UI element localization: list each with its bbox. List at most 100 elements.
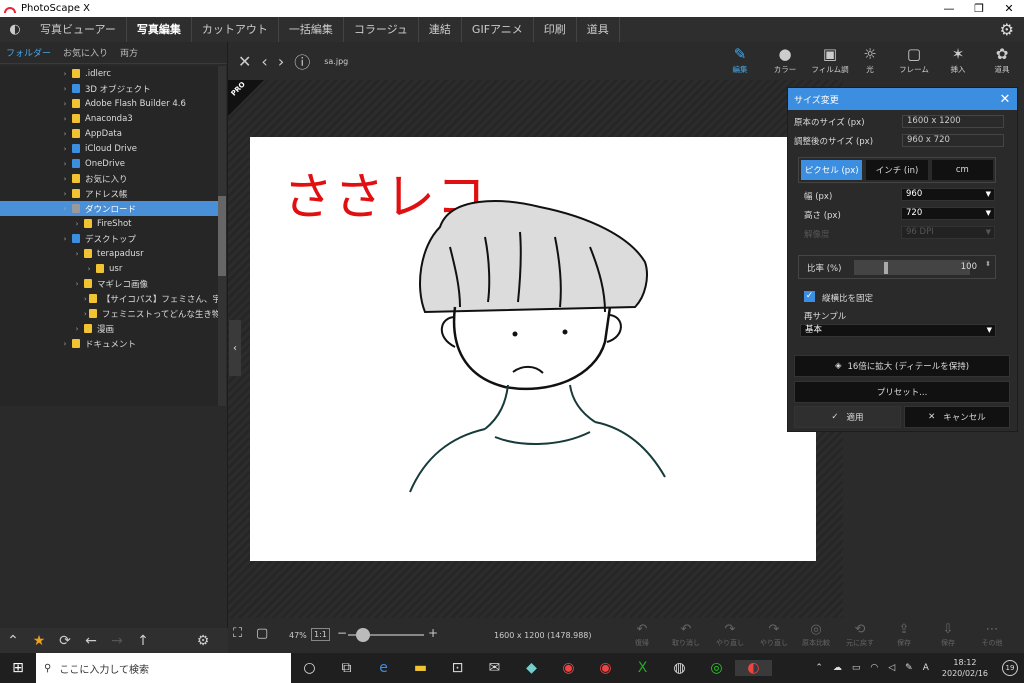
cloud-icon[interactable]: ☁: [833, 663, 842, 673]
chevron-right-icon[interactable]: ›: [60, 235, 70, 243]
prev-icon[interactable]: ‹: [261, 52, 267, 71]
chevron-right-icon[interactable]: ›: [60, 115, 70, 123]
photo-canvas[interactable]: ささレコ: [250, 137, 816, 561]
app-icon[interactable]: ◆: [513, 660, 550, 676]
chevron-right-icon[interactable]: ›: [60, 205, 70, 213]
zoom-out-icon[interactable]: −: [337, 626, 347, 640]
line-icon[interactable]: ◎: [698, 660, 735, 676]
zoom-in-icon[interactable]: +: [428, 626, 438, 640]
photos-icon[interactable]: ◍: [661, 660, 698, 676]
action-button[interactable]: ⟲ 元に戻す: [842, 622, 878, 648]
dialog-close-icon[interactable]: ✕: [993, 92, 1017, 107]
tab-viewer[interactable]: 写真ビューアー: [30, 17, 127, 42]
chevron-right-icon[interactable]: ›: [84, 310, 87, 318]
tab-folders[interactable]: フォルダー: [0, 46, 57, 59]
resample-select[interactable]: 基本 ▼: [800, 324, 996, 337]
tool-film[interactable]: ▣ フィルム調: [810, 44, 850, 75]
tool-tools[interactable]: ✿ 道具: [982, 44, 1022, 75]
task-view-icon[interactable]: ⧉: [328, 660, 365, 676]
preset-button[interactable]: プリセット...: [794, 381, 1010, 403]
excel-icon[interactable]: X: [624, 660, 661, 676]
tool-insert[interactable]: ✶ 挿入: [938, 44, 978, 75]
tree-item[interactable]: › お気に入り: [0, 171, 218, 186]
chevron-up-icon[interactable]: ⌃: [815, 663, 823, 673]
chrome-icon-2[interactable]: ◉: [587, 660, 624, 676]
pen-icon[interactable]: ✎: [905, 663, 913, 673]
chevron-right-icon[interactable]: ›: [60, 190, 70, 198]
apply-button[interactable]: ✓ 適用: [794, 406, 901, 428]
tree-item[interactable]: › 【サイコパス】フェミさん、宇崎ち: [0, 291, 218, 306]
cancel-button[interactable]: ✕ キャンセル: [904, 406, 1010, 428]
crop-icon[interactable]: ⛶: [233, 626, 242, 641]
tree-item[interactable]: › OneDrive: [0, 156, 218, 171]
tab-both[interactable]: 両方: [114, 46, 144, 59]
maximize-button[interactable]: ❐: [964, 2, 994, 15]
chevron-right-icon[interactable]: ›: [60, 340, 70, 348]
chevron-right-icon[interactable]: ›: [72, 250, 82, 258]
tool-light[interactable]: ☼ 光: [850, 44, 890, 75]
zoom-slider-knob[interactable]: [356, 628, 370, 642]
taskbar-search-input[interactable]: ⚲ ここに入力して検索: [36, 653, 291, 683]
tree-item[interactable]: › 3D オブジェクト: [0, 81, 218, 96]
action-button[interactable]: ↶ 復帰: [624, 622, 660, 648]
action-button[interactable]: ◎ 原本比較: [798, 622, 834, 648]
tree-item[interactable]: › ドキュメント: [0, 336, 218, 351]
tab-cutout[interactable]: カットアウト: [192, 17, 279, 42]
wifi-icon[interactable]: ◠: [870, 663, 878, 673]
collapse-panel-button[interactable]: ‹: [229, 320, 241, 376]
folder-scrollbar[interactable]: [218, 66, 226, 406]
close-window-button[interactable]: ✕: [994, 2, 1024, 15]
gear-icon[interactable]: ⚙: [190, 633, 216, 649]
scrollbar-thumb[interactable]: [218, 196, 226, 276]
tab-batch[interactable]: 一括編集: [279, 17, 344, 42]
tree-item[interactable]: › Anaconda3: [0, 111, 218, 126]
volume-icon[interactable]: ◁: [888, 663, 895, 673]
ime-indicator[interactable]: A: [923, 663, 929, 673]
app-menu-icon[interactable]: ◐: [0, 22, 30, 37]
ratio-slider-knob[interactable]: [884, 262, 888, 274]
chevron-right-icon[interactable]: ›: [60, 100, 70, 108]
chevron-up-icon[interactable]: ⌃: [0, 633, 26, 649]
width-field[interactable]: 960 ▼: [901, 188, 995, 201]
fit-icon[interactable]: ▢: [256, 626, 268, 641]
chevron-right-icon[interactable]: ›: [72, 280, 82, 288]
chevron-right-icon[interactable]: ›: [84, 265, 94, 273]
tree-item[interactable]: › アドレス帳: [0, 186, 218, 201]
chrome-icon[interactable]: ◉: [550, 660, 587, 676]
tab-tools[interactable]: 道具: [577, 17, 620, 42]
chevron-right-icon[interactable]: ›: [84, 295, 87, 303]
chevron-right-icon[interactable]: ›: [60, 85, 70, 93]
clock[interactable]: 18:12 2020/02/16: [942, 657, 988, 679]
chevron-right-icon[interactable]: ›: [60, 175, 70, 183]
tree-item[interactable]: › AppData: [0, 126, 218, 141]
action-button[interactable]: ↶ 取り消し: [668, 622, 704, 648]
chevron-right-icon[interactable]: ›: [60, 160, 70, 168]
file-explorer-icon[interactable]: ▬: [402, 660, 439, 676]
back-arrow-icon[interactable]: ←: [78, 633, 104, 649]
tab-collage[interactable]: コラージュ: [344, 17, 419, 42]
keep-ratio-checkbox[interactable]: ✓: [804, 291, 815, 302]
battery-icon[interactable]: ▭: [852, 663, 861, 673]
tree-item[interactable]: › terapadusr: [0, 246, 218, 261]
action-button[interactable]: ↷ やり直し: [712, 622, 748, 648]
tab-favorites[interactable]: お気に入り: [57, 46, 114, 59]
minimize-button[interactable]: —: [934, 2, 964, 15]
edge-icon[interactable]: e: [365, 660, 402, 676]
tab-gif[interactable]: GIFアニメ: [462, 17, 534, 42]
tree-item[interactable]: › .idlerc: [0, 66, 218, 81]
tree-item[interactable]: › iCloud Drive: [0, 141, 218, 156]
tool-frame[interactable]: ▢ フレーム: [894, 44, 934, 75]
star-icon[interactable]: ★: [26, 633, 52, 649]
tab-editor[interactable]: 写真編集: [127, 17, 192, 42]
unit-pixel[interactable]: ピクセル (px): [801, 160, 863, 180]
ratio-slider[interactable]: [854, 260, 970, 275]
spinner-icon[interactable]: ⬍: [985, 260, 991, 268]
chevron-right-icon[interactable]: ›: [60, 70, 70, 78]
tree-item[interactable]: › Adobe Flash Builder 4.6: [0, 96, 218, 111]
forward-arrow-icon[interactable]: →: [104, 633, 130, 649]
tool-edit[interactable]: ✎ 編集: [720, 44, 760, 75]
tab-print[interactable]: 印刷: [534, 17, 577, 42]
chevron-right-icon[interactable]: ›: [60, 145, 70, 153]
windows-start-icon[interactable]: ⊞: [0, 660, 36, 676]
tree-item[interactable]: › マギレコ画像: [0, 276, 218, 291]
